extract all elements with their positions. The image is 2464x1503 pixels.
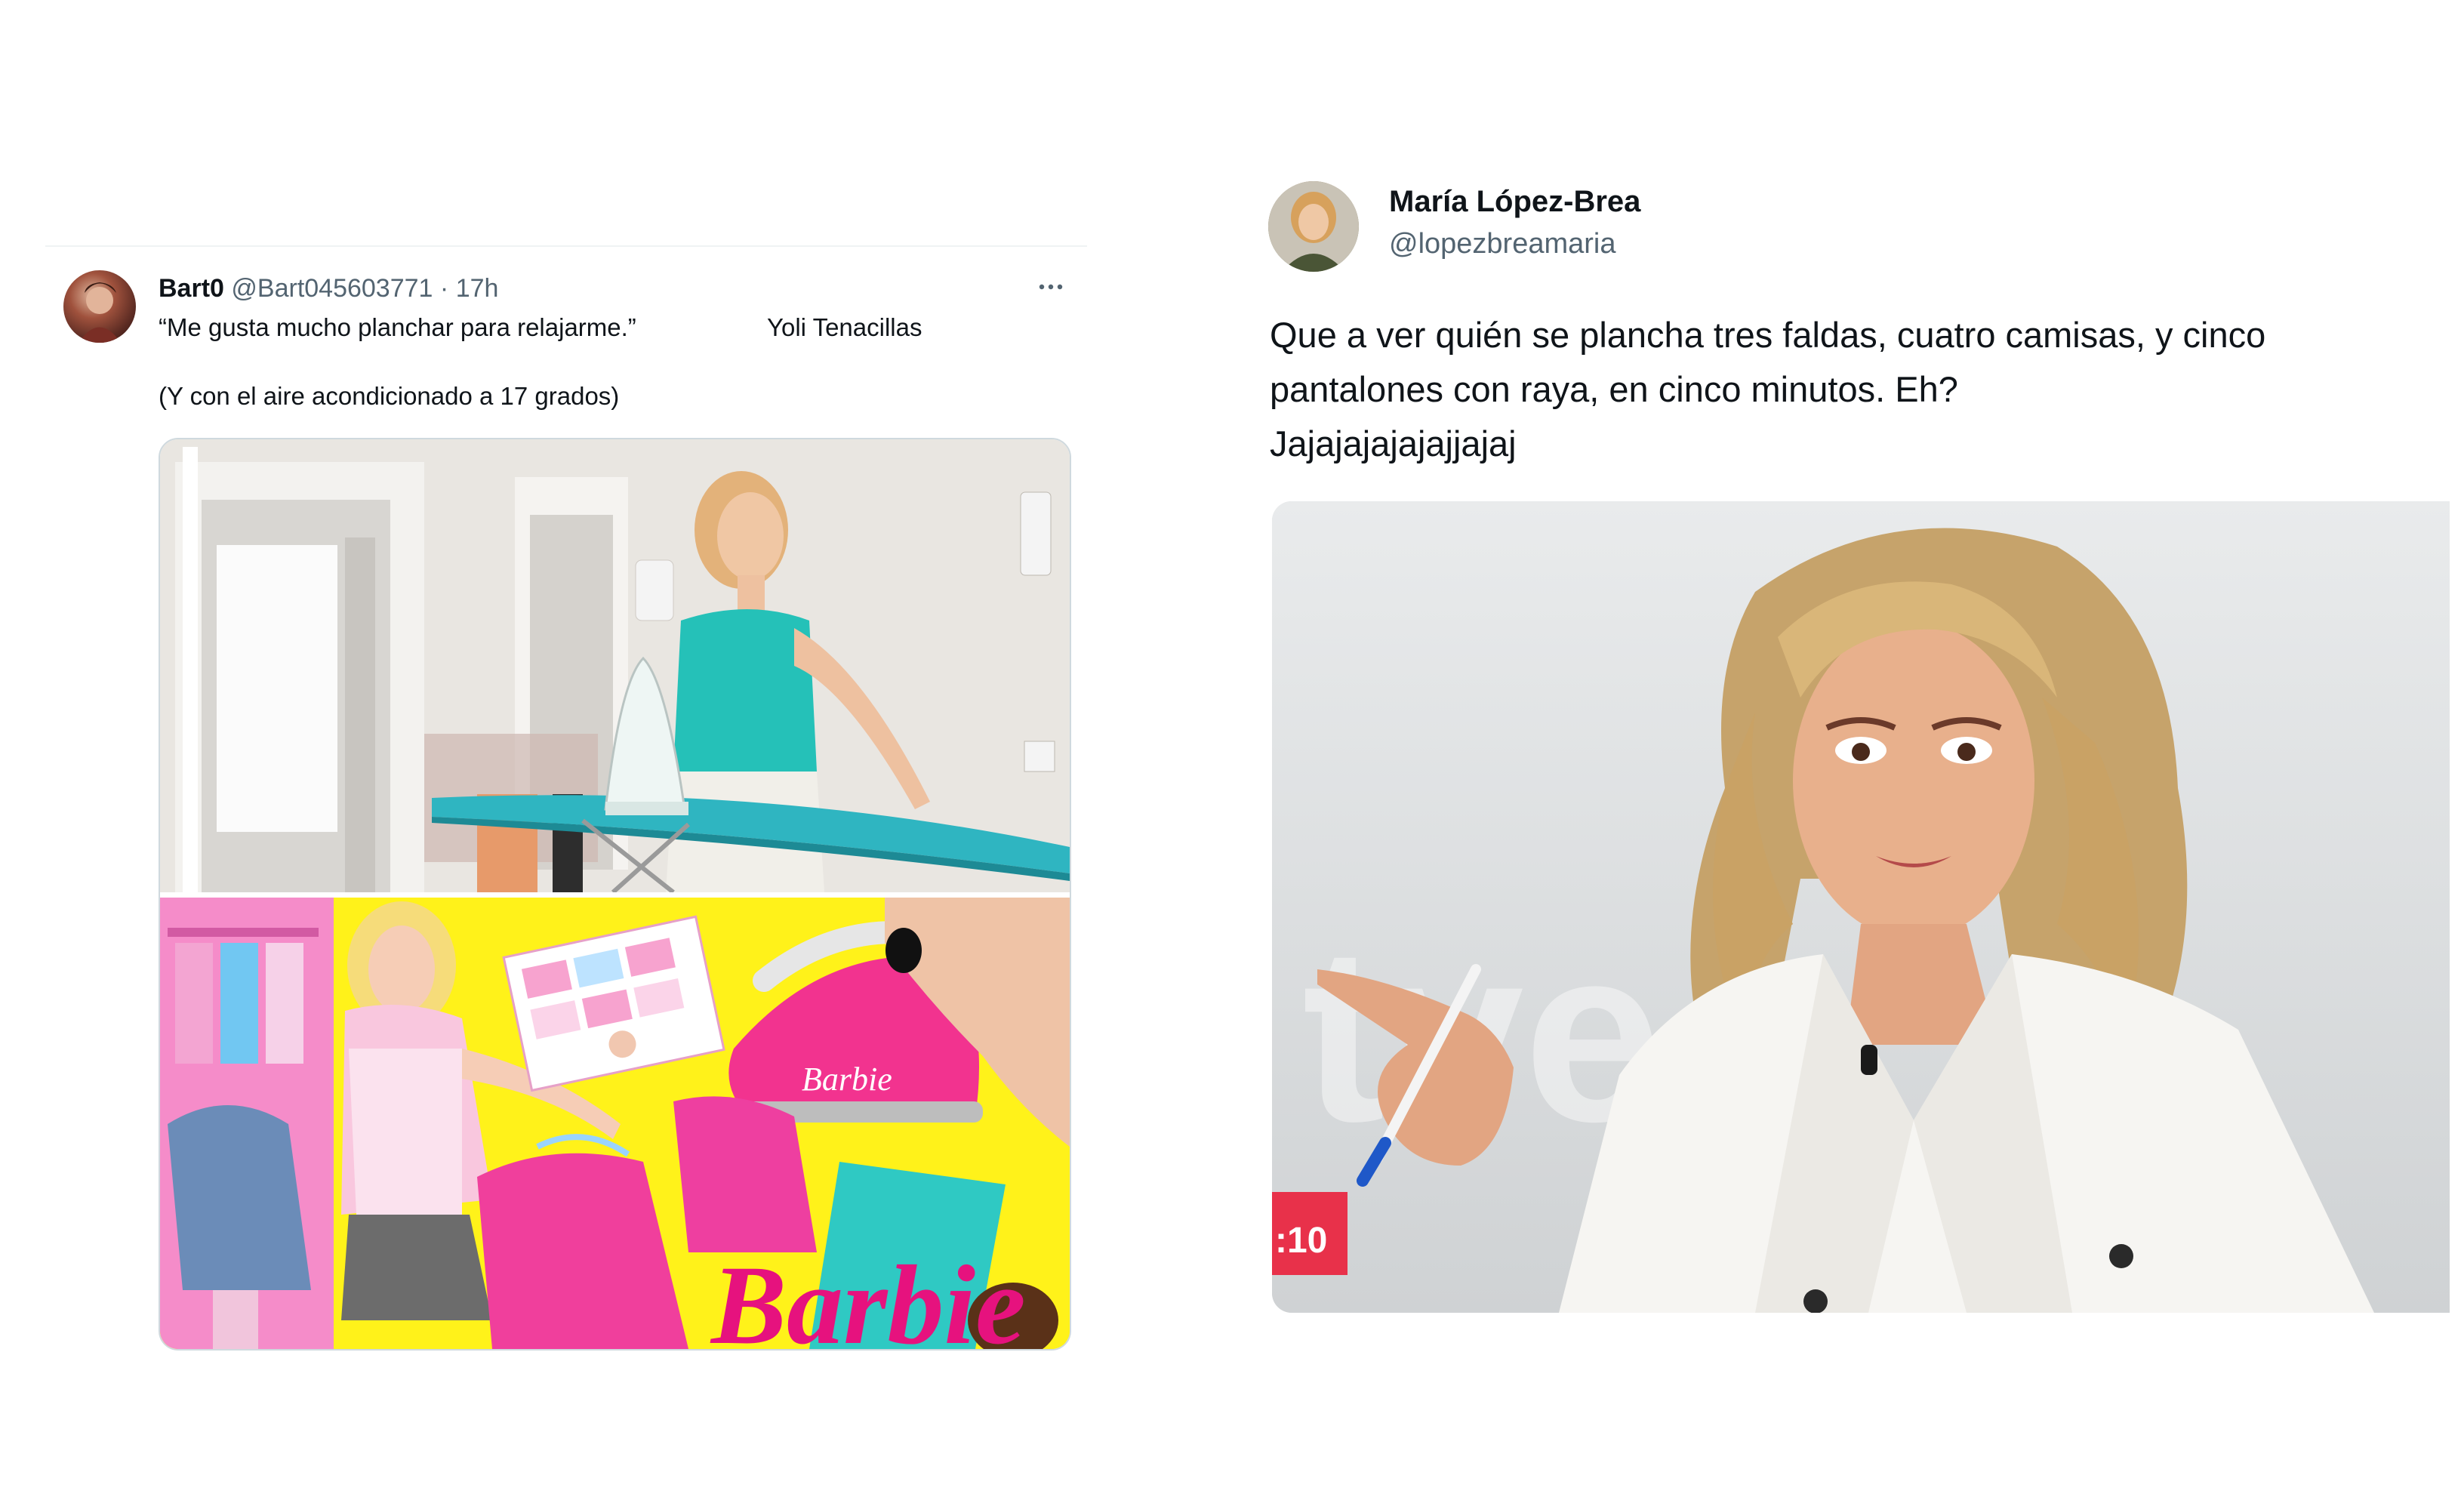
photo-ironing-hallway[interactable] <box>160 439 1070 892</box>
display-name[interactable]: María López-Brea <box>1389 183 1640 220</box>
tweet-media[interactable]: tve :10 <box>1272 501 2450 1313</box>
tweet-time[interactable]: 17h <box>456 274 499 303</box>
user-handle[interactable]: @Bart045603771 <box>231 274 433 303</box>
photo-tv-debate[interactable]: tve :10 <box>1272 501 2450 1313</box>
tweet-text-line: Que a ver quién se plancha tres faldas, … <box>1270 315 2266 355</box>
display-name[interactable]: Bart0 <box>159 274 224 303</box>
tweet-header: Bart0 @Bart045603771 · 17h <box>159 273 498 303</box>
tweet-text: Que a ver quién se plancha tres faldas, … <box>1270 308 2432 471</box>
tweet-text-quote: “Me gusta mucho planchar para relajarme.… <box>159 313 636 341</box>
tv-clock: :10 <box>1275 1221 1327 1261</box>
tweet-text-attribution: Yoli Tenacillas <box>767 313 922 341</box>
iron-barbie-logo: Barbie <box>802 1061 892 1098</box>
avatar[interactable] <box>1268 181 1359 272</box>
tweet-media[interactable]: Barbie Barbie <box>159 438 1071 1351</box>
photo-barbie-toy-set[interactable]: Barbie Barbie <box>160 898 1070 1349</box>
more-horizontal-icon[interactable] <box>1036 272 1066 310</box>
tweet-text-comment: (Y con el aire acondicionado a 17 grados… <box>159 382 620 410</box>
tweet-text-line: Jajajajajajajjajaj <box>1270 423 1517 464</box>
tweet-text-line: pantalones con raya, en cinco minutos. E… <box>1270 369 1958 409</box>
avatar[interactable] <box>63 270 136 343</box>
tweet-divider <box>45 245 1087 247</box>
avatar-image <box>1268 181 1359 272</box>
separator-dot: · <box>439 274 449 303</box>
barbie-logo: Barbie <box>710 1243 1026 1349</box>
avatar-image <box>79 282 121 343</box>
user-handle[interactable]: @lopezbreamaria <box>1389 226 1616 261</box>
